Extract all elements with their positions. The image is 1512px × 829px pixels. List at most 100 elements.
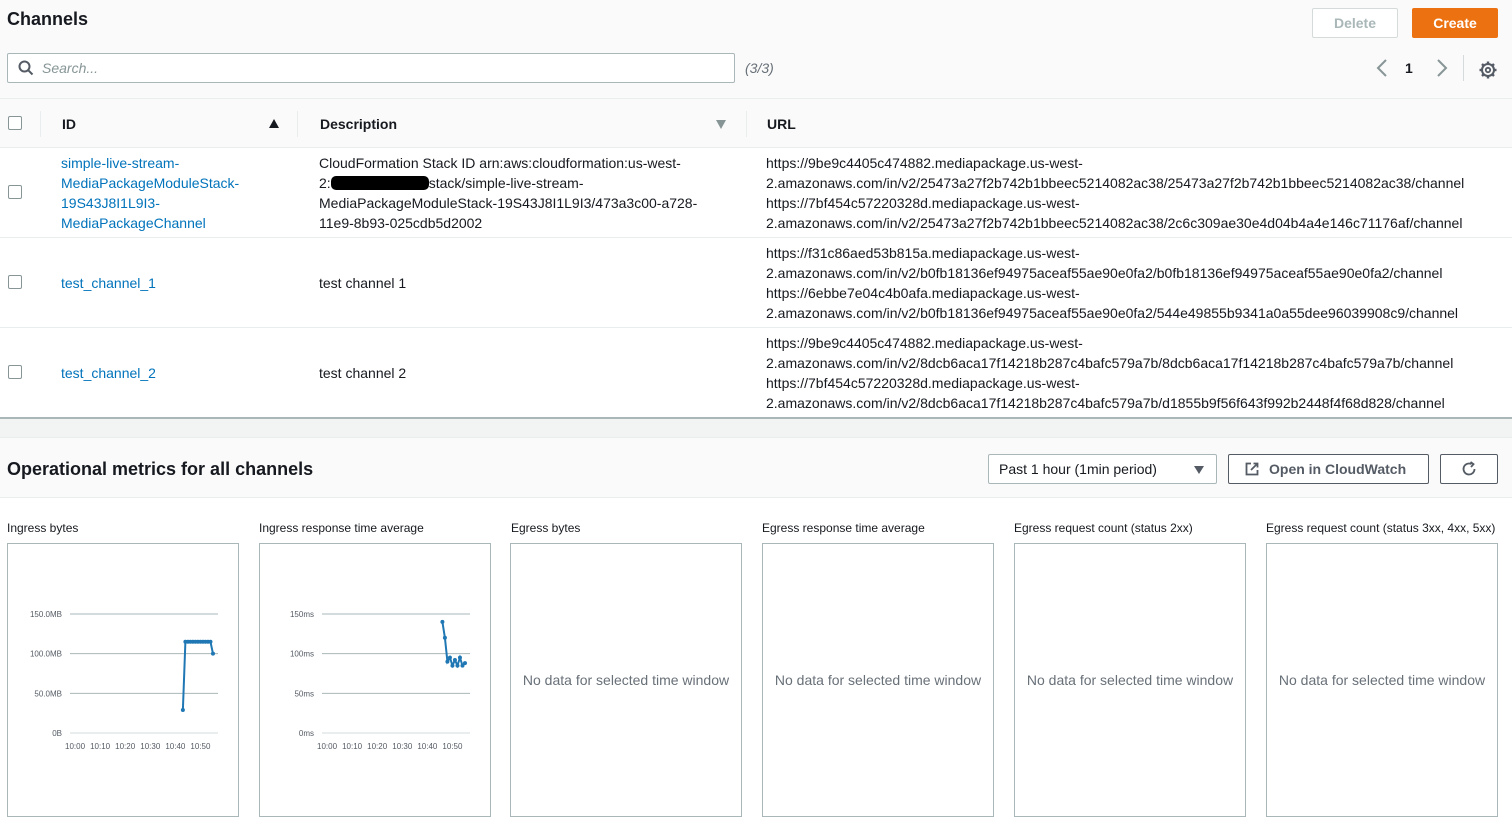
- channel-description: CloudFormation Stack ID arn:aws:cloudfor…: [319, 155, 698, 231]
- row-checkbox[interactable]: [8, 365, 22, 379]
- data-point: [447, 655, 452, 660]
- widget-title: Ingress bytes: [7, 521, 79, 535]
- time-period-select[interactable]: Past 1 hour (1min period): [988, 454, 1217, 484]
- preferences-button[interactable]: [1478, 56, 1498, 82]
- time-period-value: Past 1 hour (1min period): [999, 461, 1157, 477]
- search-icon: [18, 60, 34, 76]
- widget-title: Ingress response time average: [259, 521, 424, 535]
- widget-title: Egress bytes: [511, 521, 581, 535]
- data-point: [462, 661, 467, 666]
- open-cloudwatch-button[interactable]: Open in CloudWatch: [1228, 454, 1429, 484]
- x-tick-label: 10:40: [165, 742, 186, 751]
- widget-title: Egress request count (status 2xx): [1014, 521, 1193, 535]
- x-tick-label: 10:00: [317, 742, 338, 751]
- column-header-description[interactable]: Description: [320, 116, 397, 132]
- x-tick-label: 10:50: [190, 742, 211, 751]
- refresh-icon: [1462, 461, 1476, 476]
- create-button[interactable]: Create: [1412, 8, 1498, 38]
- channel-urls: https://9be9c4405c474882.mediapackage.us…: [766, 155, 1465, 231]
- x-tick-label: 10:10: [90, 742, 111, 751]
- channels-header: Channels Delete Create (3/3) 1: [0, 0, 1512, 98]
- channel-urls: https://f31c86aed53b815a.mediapackage.us…: [766, 245, 1459, 321]
- delete-button[interactable]: Delete: [1312, 8, 1398, 38]
- table-header: ID Description URL: [0, 98, 1512, 148]
- chevron-left-icon: [1376, 59, 1387, 77]
- table-row[interactable]: test_channel_2 test channel 2 https://9b…: [0, 328, 1512, 417]
- x-tick-label: 10:20: [367, 742, 388, 751]
- ingress-bytes-chart: 0B 50.0MB 100.0MB 150.0MB 10:00 10:10 10:20 10:…: [30, 610, 218, 751]
- column-header-url[interactable]: URL: [767, 116, 796, 132]
- widget-title: Egress request count (status 3xx, 4xx, 5…: [1266, 521, 1496, 535]
- y-tick-label: 100ms: [290, 650, 314, 659]
- data-point: [452, 658, 457, 663]
- x-tick-label: 10:30: [140, 742, 161, 751]
- data-point: [180, 707, 185, 712]
- channel-description: test channel 2: [319, 365, 407, 381]
- x-tick-label: 10:10: [342, 742, 363, 751]
- table-row[interactable]: simple-live-stream- MediaPackageModuleSt…: [0, 148, 1512, 238]
- x-tick-label: 10:00: [65, 742, 86, 751]
- next-page-button[interactable]: [1434, 56, 1450, 80]
- data-point: [455, 663, 460, 668]
- metric-widget-ingress-response-time[interactable]: 0ms 50ms 100ms 150ms 10:00 10:10 10:20 10:30 10:…: [259, 543, 491, 817]
- column-header-id[interactable]: ID: [62, 116, 76, 132]
- x-tick-label: 10:30: [392, 742, 413, 751]
- current-page[interactable]: 1: [1405, 60, 1413, 76]
- prev-page-button[interactable]: [1374, 56, 1390, 80]
- metric-widget-egress-2xx[interactable]: No data for selected time window: [1014, 543, 1246, 817]
- metrics-header: Operational metrics for all channels Pas…: [0, 437, 1512, 498]
- data-point: [440, 619, 445, 624]
- select-all-checkbox[interactable]: [8, 116, 22, 130]
- chevron-right-icon: [1437, 59, 1448, 77]
- no-data-message: No data for selected time window: [1026, 672, 1234, 688]
- y-tick-label: 0B: [52, 729, 62, 738]
- data-point: [450, 663, 455, 668]
- data-point: [442, 635, 447, 640]
- channel-id-link[interactable]: test_channel_2: [61, 363, 156, 383]
- metric-widget-egress-bytes[interactable]: No data for selected time window: [510, 543, 742, 817]
- page-title: Channels: [7, 9, 89, 29]
- redacted-account-id: [330, 176, 429, 190]
- search-input[interactable]: [42, 60, 722, 76]
- y-tick-label: 150.0MB: [30, 610, 62, 619]
- y-tick-label: 50.0MB: [34, 689, 62, 698]
- column-divider: [746, 111, 747, 137]
- metric-widget-ingress-bytes[interactable]: 0B 50.0MB 100.0MB 150.0MB 10:00 10:10 10:20 10:…: [7, 543, 239, 817]
- column-divider: [297, 111, 298, 137]
- table-row[interactable]: test_channel_1 test channel 1 https://f3…: [0, 238, 1512, 328]
- section-gap: [0, 419, 1512, 437]
- data-point: [208, 639, 213, 644]
- widget-title: Egress response time average: [762, 521, 925, 535]
- refresh-button[interactable]: [1440, 454, 1498, 484]
- ingress-response-time-chart: 0ms 50ms 100ms 150ms 10:00 10:10 10:20 10:30 10:…: [290, 610, 470, 751]
- sort-descending-icon[interactable]: [716, 120, 726, 129]
- no-data-message: No data for selected time window: [522, 672, 730, 688]
- no-data-message: No data for selected time window: [1278, 672, 1486, 688]
- data-point: [210, 651, 215, 656]
- x-tick-label: 10:20: [115, 742, 136, 751]
- result-count: (3/3): [745, 60, 774, 76]
- y-tick-label: 0ms: [299, 729, 314, 738]
- x-tick-label: 10:40: [417, 742, 438, 751]
- sort-ascending-icon[interactable]: [269, 119, 279, 128]
- channel-urls: https://9be9c4405c474882.mediapackage.us…: [766, 335, 1454, 411]
- channel-description: test channel 1: [319, 275, 407, 291]
- data-point: [457, 655, 462, 660]
- metric-widget-egress-response-time[interactable]: No data for selected time window: [762, 543, 994, 817]
- row-checkbox[interactable]: [8, 185, 22, 199]
- column-divider: [40, 111, 41, 137]
- caret-down-icon: [1194, 466, 1204, 474]
- pager-divider: [1463, 55, 1464, 81]
- no-data-message: No data for selected time window: [774, 672, 982, 688]
- external-link-icon: [1245, 462, 1259, 476]
- search-box[interactable]: [7, 53, 735, 83]
- metric-widget-egress-error-count[interactable]: No data for selected time window: [1266, 543, 1498, 817]
- x-tick-label: 10:50: [442, 742, 463, 751]
- metrics-title: Operational metrics for all channels: [7, 459, 314, 479]
- row-checkbox[interactable]: [8, 275, 22, 289]
- gear-icon: [1479, 61, 1497, 79]
- channel-id-link[interactable]: test_channel_1: [61, 273, 156, 293]
- channel-id-link[interactable]: simple-live-stream- MediaPackageModuleSt…: [61, 153, 239, 233]
- y-tick-label: 100.0MB: [30, 650, 62, 659]
- y-tick-label: 50ms: [294, 689, 314, 698]
